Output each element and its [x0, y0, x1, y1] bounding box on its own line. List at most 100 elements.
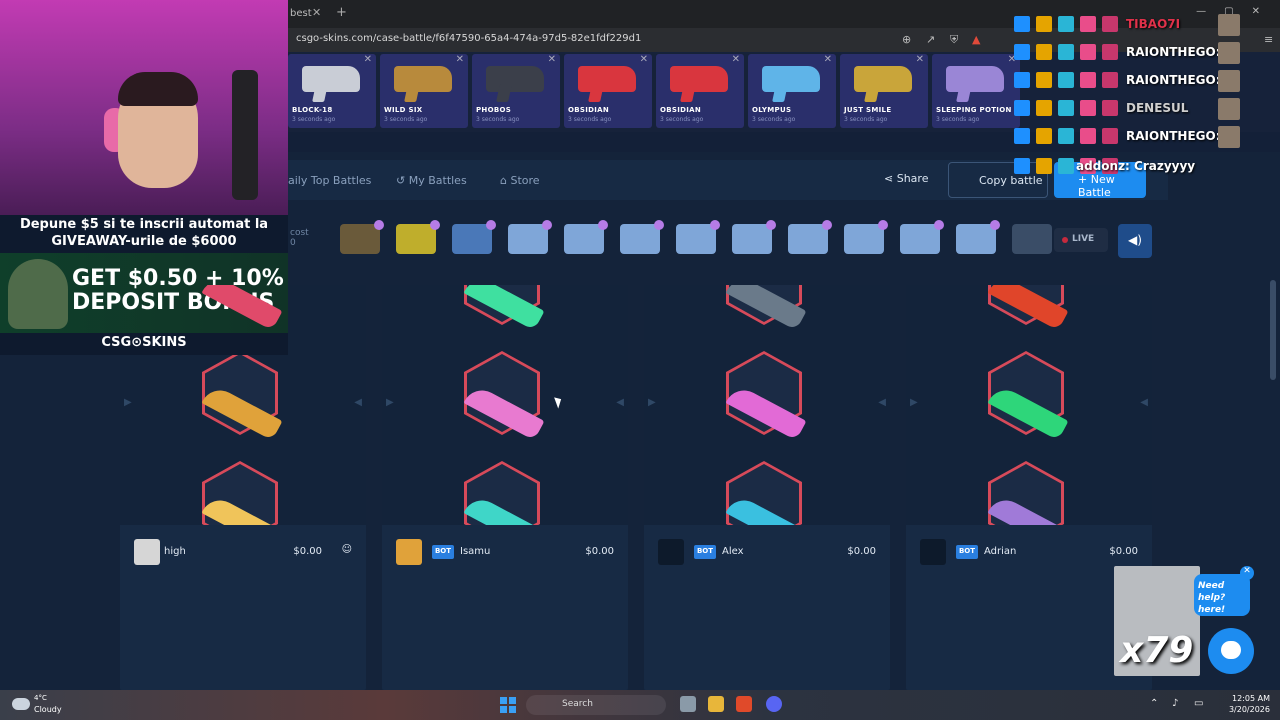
brave-browser-icon[interactable]: [736, 696, 752, 712]
drop-card[interactable]: ✕ WILD SIX 3 seconds ago: [380, 54, 468, 128]
avatar[interactable]: [658, 539, 684, 565]
chat-badge-icon: [1102, 44, 1118, 60]
case-icon[interactable]: [1012, 224, 1052, 254]
chat-username[interactable]: RAIONTHEGO:: [1126, 129, 1221, 143]
chat-username[interactable]: RAIONTHEGO:: [1126, 73, 1221, 87]
microphone: [232, 70, 258, 200]
network-icon[interactable]: ▭: [1194, 698, 1203, 709]
drop-card[interactable]: ✕ PHOBOS 3 seconds ago: [472, 54, 560, 128]
live-indicator[interactable]: LIVE: [1054, 228, 1108, 252]
tray-chevron-icon[interactable]: ⌃: [1150, 698, 1158, 709]
browser-tab[interactable]: best: [288, 4, 332, 24]
case-icon[interactable]: [900, 220, 944, 254]
shield-icon[interactable]: ⛨: [950, 33, 958, 47]
close-icon[interactable]: ✕: [456, 54, 464, 65]
case-badge: [822, 220, 832, 230]
case-icon[interactable]: [732, 220, 776, 254]
menu-icon[interactable]: ≡: [1264, 33, 1273, 46]
close-icon[interactable]: ✕: [364, 54, 372, 65]
chat-username[interactable]: DENESUL: [1126, 101, 1188, 115]
case-icon[interactable]: [956, 220, 1000, 254]
case-icon[interactable]: [508, 220, 552, 254]
reel-pointer-right-icon: ◀: [1140, 397, 1148, 408]
drop-name: OLYMPUS: [752, 106, 792, 114]
page-scrollbar[interactable]: [1270, 280, 1276, 380]
chat-avatar: [1218, 98, 1240, 120]
help-close-icon[interactable]: ✕: [1240, 566, 1254, 580]
player-name[interactable]: Adrian: [984, 546, 1016, 557]
url-text[interactable]: csgo-skins.com/case-battle/f6f47590-65a4…: [296, 33, 641, 44]
close-icon[interactable]: ✕: [732, 54, 740, 65]
weapon-image: [854, 66, 912, 92]
case-icon[interactable]: [396, 220, 440, 254]
chat-username[interactable]: TIBAO7I: [1126, 17, 1180, 31]
reel-pointer-left-icon: ▶: [124, 397, 132, 408]
avatar[interactable]: [134, 539, 160, 565]
discord-icon[interactable]: [766, 696, 782, 712]
avatar[interactable]: [920, 539, 946, 565]
case-icon[interactable]: [788, 220, 832, 254]
weapon-image: [578, 66, 636, 92]
daily-top-battles-link[interactable]: aily Top Battles: [288, 174, 371, 187]
taskbar-search[interactable]: Search: [526, 695, 666, 715]
help-bubble[interactable]: Need help? here!: [1194, 574, 1250, 616]
windows-taskbar: 4°C Cloudy Search ⌃ ♪ ▭ 12:05 AM 3/20/20…: [0, 690, 1280, 720]
chat-username[interactable]: addonz: Crazyyyy: [1076, 159, 1195, 173]
chat-username[interactable]: RAIONTHEGO:: [1126, 45, 1221, 59]
warning-icon[interactable]: ▲: [972, 33, 980, 46]
case-icon[interactable]: [676, 220, 720, 254]
chat-badge-icon: [1102, 128, 1118, 144]
player-name[interactable]: Isamu: [460, 546, 490, 557]
chat-badge-icon: [1014, 158, 1030, 174]
drop-name: BLOCK-18: [292, 106, 333, 114]
cloud-icon[interactable]: [12, 698, 30, 710]
support-chat-button[interactable]: [1208, 628, 1254, 674]
bot-badge: BOT: [956, 545, 978, 559]
avatar[interactable]: [396, 539, 422, 565]
player-name[interactable]: high: [164, 546, 186, 557]
reel-pointer-right-icon: ◀: [616, 397, 624, 408]
case-icon[interactable]: [452, 220, 496, 254]
player-name[interactable]: Alex: [722, 546, 744, 557]
windows-start-icon[interactable]: [500, 697, 516, 713]
case-icon[interactable]: [620, 220, 664, 254]
drop-card[interactable]: ✕ OBSIDIAN 3 seconds ago: [656, 54, 744, 128]
case-icon[interactable]: [564, 220, 608, 254]
taskbar-date[interactable]: 3/20/2026: [1222, 705, 1270, 714]
tab-close-icon[interactable]: ✕: [312, 6, 321, 19]
promo-overlay: Depune $5 si te inscrii automat la GIVEA…: [0, 215, 288, 355]
close-icon[interactable]: ✕: [824, 54, 832, 65]
case-badge: [710, 220, 720, 230]
drop-name: OBSIDIAN: [568, 106, 610, 114]
sound-toggle-button[interactable]: ◀): [1118, 224, 1152, 258]
case-badge: [934, 220, 944, 230]
close-icon[interactable]: ✕: [548, 54, 556, 65]
case-badge: [542, 220, 552, 230]
case-icon[interactable]: [340, 220, 384, 254]
drop-card[interactable]: ✕ JUST SMILE 3 seconds ago: [840, 54, 928, 128]
share-button[interactable]: ⋖ Share: [884, 172, 928, 185]
drop-card[interactable]: ✕ SLEEPING POTION 3 seconds ago: [932, 54, 1020, 128]
file-manager-icon[interactable]: [680, 696, 696, 712]
volume-icon[interactable]: ♪: [1172, 698, 1178, 709]
my-battles-link[interactable]: ↺ My Battles: [396, 174, 467, 187]
store-link[interactable]: ⌂ Store: [500, 174, 540, 187]
player-value: $0.00: [1109, 546, 1138, 557]
chat-badge-icon: [1080, 128, 1096, 144]
case-icon[interactable]: [844, 220, 888, 254]
drop-card[interactable]: ✕ OLYMPUS 3 seconds ago: [748, 54, 836, 128]
close-icon[interactable]: ✕: [640, 54, 648, 65]
share-label: Share: [896, 172, 929, 185]
close-window-button[interactable]: ✕: [1252, 6, 1260, 17]
drop-card[interactable]: ✕ OBSIDIAN 3 seconds ago: [564, 54, 652, 128]
new-tab-button[interactable]: +: [336, 5, 347, 20]
share-page-icon[interactable]: ↗: [926, 33, 935, 46]
folder-icon[interactable]: [708, 696, 724, 712]
chat-avatar: [1218, 14, 1240, 36]
taskbar-time[interactable]: 12:05 AM: [1228, 694, 1270, 703]
drop-card[interactable]: ✕ BLOCK-18 3 seconds ago: [288, 54, 376, 128]
zoom-icon[interactable]: ⊕: [902, 33, 911, 46]
close-icon[interactable]: ✕: [916, 54, 924, 65]
drop-name: WILD SIX: [384, 106, 423, 114]
emoji-icon[interactable]: ☺: [342, 544, 352, 555]
